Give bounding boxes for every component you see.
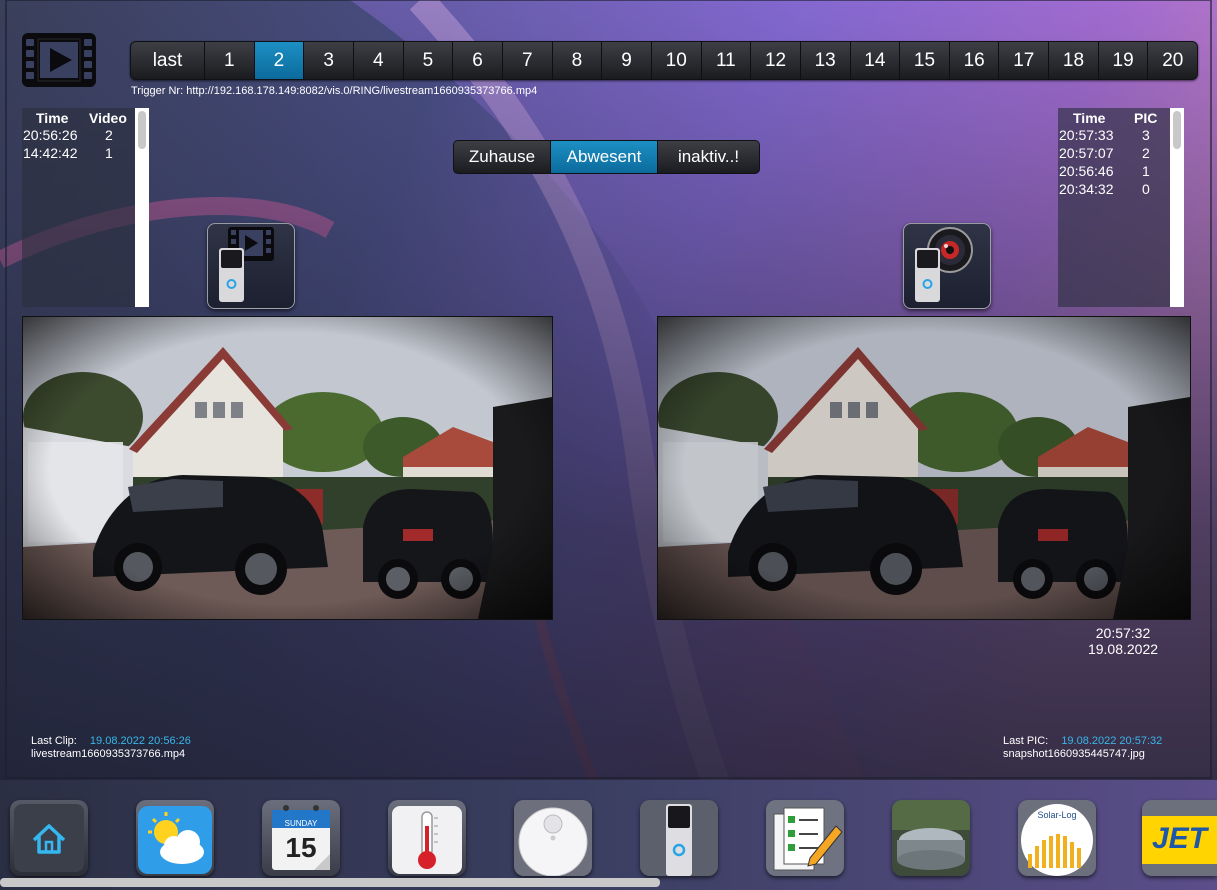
dock-home-button[interactable]: [10, 800, 88, 876]
pic-log-time: 20:34:32: [1059, 181, 1114, 197]
dock-calendar-button[interactable]: SUNDAY 15: [262, 800, 340, 876]
page-button-7[interactable]: 7: [503, 42, 553, 79]
video-log-time: 14:42:42: [23, 145, 78, 161]
scroll-thumb[interactable]: [138, 111, 146, 149]
last-pic-label: Last PIC:: [1003, 735, 1049, 747]
doorbell-video-button[interactable]: [207, 223, 295, 309]
page-button-2[interactable]: 2: [254, 42, 305, 79]
snapshot-timestamp: 20:57:32 19.08.2022: [1060, 625, 1186, 657]
page-button-6[interactable]: 6: [453, 42, 503, 79]
live-video-view[interactable]: [22, 316, 553, 620]
dock-solar-log-button[interactable]: Solar-Log: [1018, 800, 1096, 876]
page-button-last[interactable]: last: [131, 42, 205, 79]
video-log-scrollbar[interactable]: [135, 108, 149, 307]
last-pic-info: Last PIC: 19.08.2022 20:57:32 snapshot16…: [1003, 735, 1162, 761]
mode-switch: Zuhause Abwesent inaktiv..!: [453, 140, 760, 174]
video-log-count: 1: [105, 145, 113, 161]
calendar-day: 15: [285, 832, 317, 863]
video-log-header-video: Video: [89, 110, 127, 126]
page-button-15[interactable]: 15: [900, 42, 950, 79]
jet-label: JET: [1151, 822, 1208, 855]
scroll-thumb[interactable]: [1173, 111, 1181, 149]
video-log-count: 2: [105, 127, 113, 143]
doorbell-icon: [640, 800, 718, 876]
page-button-16[interactable]: 16: [950, 42, 1000, 79]
mode-button-zuhause[interactable]: Zuhause: [454, 141, 551, 173]
thermometer-icon: [392, 806, 462, 874]
horizontal-scrollbar[interactable]: [0, 878, 660, 887]
pic-log-panel: Time PIC 20:57:33 3 20:57:07 2 20:56:46 …: [1058, 108, 1184, 307]
video-log-header-time: Time: [36, 110, 69, 126]
pic-log-header-time: Time: [1073, 110, 1106, 126]
page-button-9[interactable]: 9: [602, 42, 652, 79]
weather-icon: [138, 806, 212, 874]
page-button-18[interactable]: 18: [1049, 42, 1099, 79]
page-selector: last 1 2 3 4 5 6 7 8 9 10 11 12 13 14 15 16 17 18 19 20: [130, 41, 1198, 80]
pic-log-count: 2: [1142, 145, 1150, 161]
last-pic-datetime: 19.08.2022 20:57:32: [1061, 735, 1163, 747]
pic-log-count: 0: [1142, 181, 1150, 197]
snapshot-time: 20:57:32: [1095, 625, 1151, 641]
robot-vacuum-icon: [514, 800, 592, 876]
calendar-day-name: SUNDAY: [284, 819, 318, 828]
page-button-19[interactable]: 19: [1099, 42, 1149, 79]
mode-button-abwesent[interactable]: Abwesent: [551, 141, 658, 173]
page-button-12[interactable]: 12: [751, 42, 801, 79]
trigger-url: Trigger Nr: http://192.168.178.149:8082/…: [131, 85, 538, 97]
page-button-11[interactable]: 11: [702, 42, 752, 79]
snapshot-date: 19.08.2022: [1087, 641, 1159, 657]
dock-whirlpool-button[interactable]: [892, 800, 970, 876]
dock-weather-button[interactable]: [136, 800, 214, 876]
home-icon: [14, 804, 84, 872]
video-log-time: 20:56:26: [23, 127, 78, 143]
page-button-5[interactable]: 5: [404, 42, 454, 79]
page-button-4[interactable]: 4: [354, 42, 404, 79]
page-button-17[interactable]: 17: [999, 42, 1050, 79]
video-log-panel: Time Video 20:56:26 2 14:42:42 1: [22, 108, 149, 307]
pic-log-time: 20:57:07: [1059, 145, 1114, 161]
pic-log-header-pic: PIC: [1134, 110, 1158, 126]
page-button-13[interactable]: 13: [801, 42, 851, 79]
dock-jet-button[interactable]: JET: [1142, 800, 1217, 876]
page-button-10[interactable]: 10: [652, 42, 702, 79]
dock-vacuum-button[interactable]: [514, 800, 592, 876]
solar-log-label: Solar-Log: [1037, 810, 1077, 820]
video-logo-icon: [22, 33, 96, 87]
last-clip-label: Last Clip:: [31, 735, 77, 747]
page-button-20[interactable]: 20: [1148, 42, 1197, 79]
dock-doorbell-button[interactable]: [640, 800, 718, 876]
doorbell-snapshot-button[interactable]: [903, 223, 991, 309]
pic-log-scrollbar[interactable]: [1170, 108, 1184, 307]
page-button-1[interactable]: 1: [205, 42, 255, 79]
pic-log-count: 1: [1142, 163, 1150, 179]
pic-log-time: 20:56:46: [1059, 163, 1114, 179]
pic-log-count: 3: [1142, 127, 1150, 143]
last-clip-info: Last Clip: 19.08.2022 20:56:26 livestrea…: [31, 735, 191, 761]
page-button-3[interactable]: 3: [304, 42, 354, 79]
hot-tub-icon: [892, 800, 970, 876]
last-clip-datetime: 19.08.2022 20:56:26: [89, 735, 191, 747]
last-pic-file: snapshot1660935445747.jpg: [1003, 748, 1145, 760]
mode-button-inaktiv[interactable]: inaktiv..!: [658, 141, 759, 173]
pic-log-time: 20:57:33: [1059, 127, 1114, 143]
dock-checklist-button[interactable]: [766, 800, 844, 876]
page-button-8[interactable]: 8: [553, 42, 603, 79]
dock-temperature-button[interactable]: [388, 800, 466, 876]
page-button-14[interactable]: 14: [851, 42, 901, 79]
checklist-icon: [766, 800, 844, 876]
snapshot-view[interactable]: [657, 316, 1191, 620]
last-clip-file: livestream1660935373766.mp4: [31, 748, 186, 760]
